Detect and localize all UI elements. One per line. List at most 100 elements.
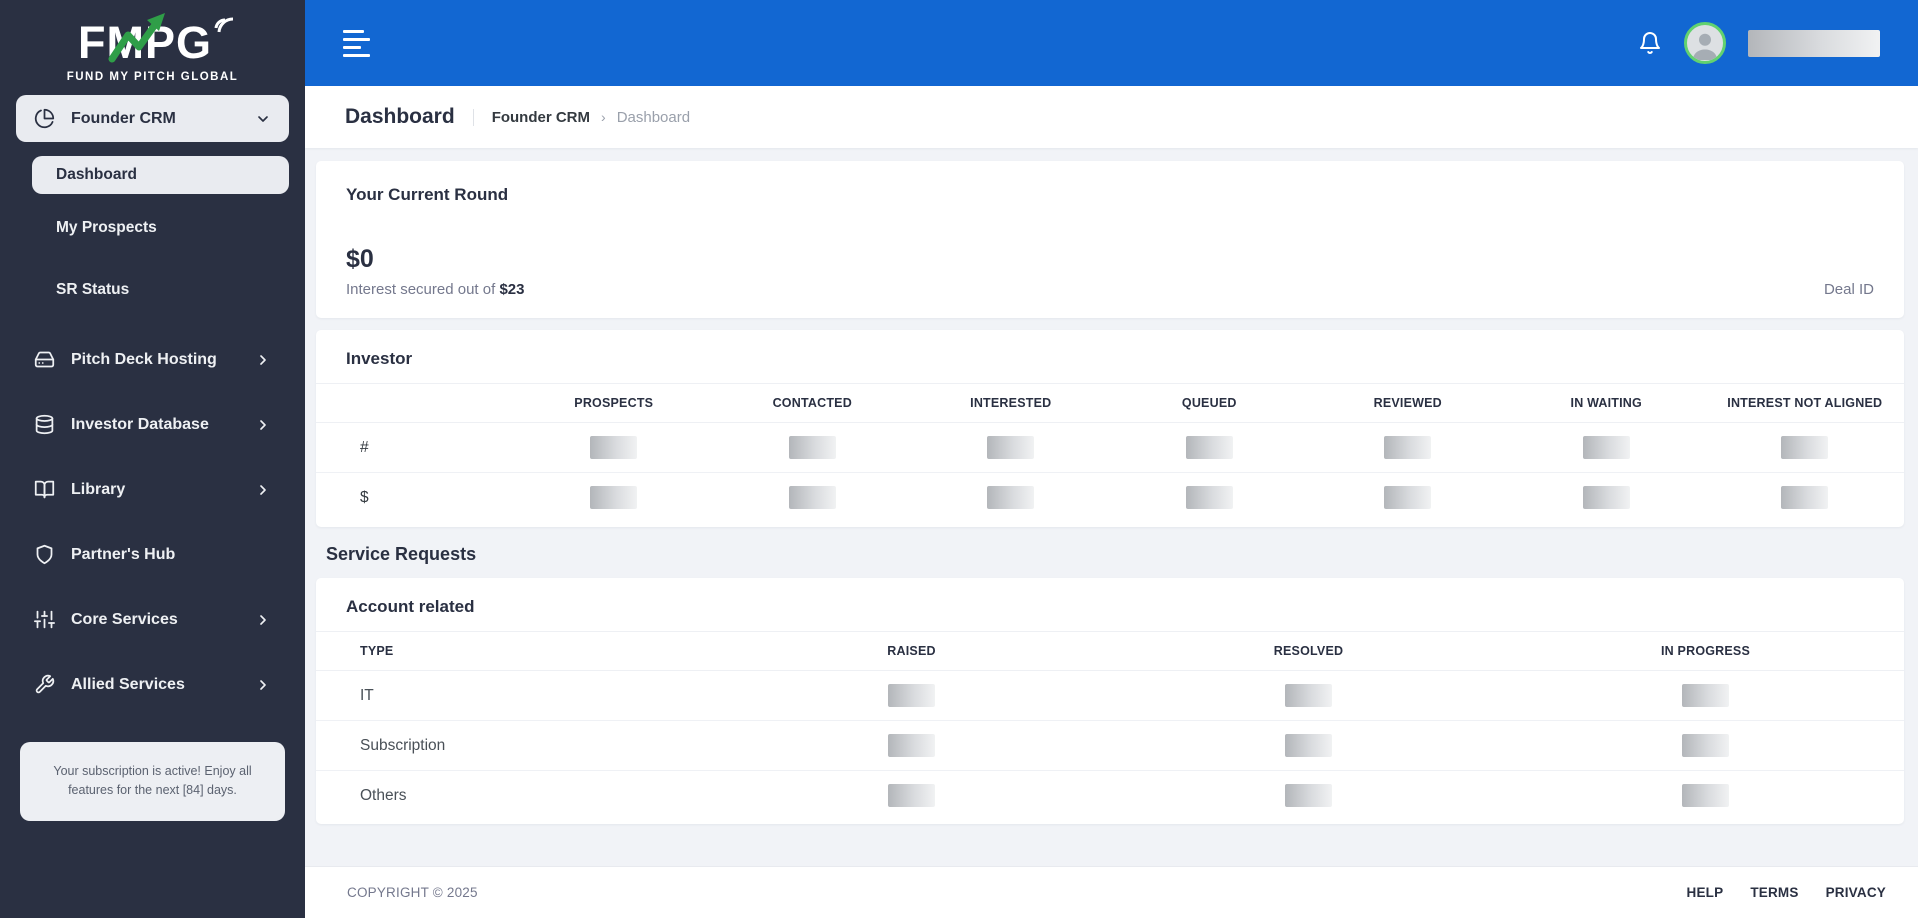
service-requests-table: TYPE RAISED RESOLVED IN PROGRESS IT (316, 632, 1904, 820)
row-label: # (316, 423, 515, 473)
loading-placeholder (888, 684, 935, 707)
menu-toggle-button[interactable] (343, 26, 370, 61)
loading-placeholder (1285, 684, 1332, 707)
sidebar-item-core-services[interactable]: Core Services (16, 596, 289, 643)
service-requests-header-row: TYPE RAISED RESOLVED IN PROGRESS (316, 632, 1904, 671)
investor-col-queued: QUEUED (1110, 384, 1309, 423)
loading-placeholder (1583, 436, 1630, 459)
investor-col-interested: INTERESTED (912, 384, 1111, 423)
notifications-button[interactable] (1638, 31, 1662, 55)
footer-link-privacy[interactable]: PRIVACY (1826, 885, 1886, 900)
sr-row-subscription: Subscription (316, 721, 1904, 771)
loading-placeholder (888, 734, 935, 757)
loading-placeholder (789, 436, 836, 459)
loading-placeholder (1583, 486, 1630, 509)
investor-col-reviewed: REVIEWED (1309, 384, 1508, 423)
page-header: Dashboard Founder CRM › Dashboard (305, 86, 1918, 148)
sliders-icon (34, 609, 55, 630)
sr-col-in-progress: IN PROGRESS (1507, 632, 1904, 671)
brand-logo-graphic: FMPG (64, 12, 242, 70)
page-content: Your Current Round $0 Interest secured o… (305, 148, 1918, 866)
breadcrumb-parent-link[interactable]: Founder CRM (492, 109, 590, 126)
row-label: Subscription (316, 721, 713, 771)
user-avatar[interactable] (1684, 22, 1726, 64)
sidebar-item-label: Library (71, 481, 239, 499)
current-round-title: Your Current Round (346, 185, 1874, 205)
brand-tagline: FUND MY PITCH GLOBAL (0, 71, 305, 83)
loading-placeholder (1186, 486, 1233, 509)
loading-placeholder (590, 436, 637, 459)
hard-drive-icon (34, 349, 55, 370)
loading-placeholder (1285, 734, 1332, 757)
footer-link-terms[interactable]: TERMS (1750, 885, 1798, 900)
investor-row-count: # (316, 423, 1904, 473)
sr-col-resolved: RESOLVED (1110, 632, 1507, 671)
sidebar-item-investor-database[interactable]: Investor Database (16, 401, 289, 448)
sidebar-item-label: Core Services (71, 611, 239, 629)
chevron-right-icon (255, 482, 271, 498)
breadcrumb: Founder CRM › Dashboard (473, 109, 690, 126)
account-related-card: Account related TYPE RAISED RESOLVED IN … (316, 578, 1904, 824)
database-icon (34, 414, 55, 435)
investor-col-prospects: PROSPECTS (515, 384, 714, 423)
chevron-right-icon (255, 677, 271, 693)
brand-logo: FMPG FUND MY PITCH GLOBAL (0, 0, 305, 83)
username-loading-placeholder (1748, 30, 1880, 57)
subscription-notice: Your subscription is active! Enjoy all f… (20, 742, 285, 821)
investor-title: Investor (316, 349, 1904, 384)
sr-col-raised: RAISED (713, 632, 1110, 671)
loading-placeholder (1781, 486, 1828, 509)
sr-row-it: IT (316, 671, 1904, 721)
investor-col-blank (316, 384, 515, 423)
row-label: $ (316, 473, 515, 523)
loading-placeholder (1384, 486, 1431, 509)
sidebar-item-partners-hub[interactable]: Partner's Hub (16, 531, 289, 578)
sidebar-item-dashboard[interactable]: Dashboard (32, 156, 289, 194)
breadcrumb-current: Dashboard (617, 109, 690, 126)
sr-row-others: Others (316, 771, 1904, 821)
topbar-right (1638, 22, 1880, 64)
footer-link-help[interactable]: HELP (1687, 885, 1724, 900)
secured-amount: $0 (346, 245, 524, 274)
sidebar-item-my-prospects[interactable]: My Prospects (0, 200, 305, 256)
book-open-icon (34, 479, 55, 500)
person-icon (1687, 27, 1723, 63)
loading-placeholder (1781, 436, 1828, 459)
row-label: IT (316, 671, 713, 721)
service-requests-title: Service Requests (316, 544, 1904, 565)
loading-placeholder (789, 486, 836, 509)
chevron-right-icon (255, 417, 271, 433)
sidebar-item-library[interactable]: Library (16, 466, 289, 513)
page-title: Dashboard (345, 105, 455, 129)
current-round-card: Your Current Round $0 Interest secured o… (316, 161, 1904, 318)
investor-col-in-waiting: IN WAITING (1507, 384, 1706, 423)
loading-placeholder (1384, 436, 1431, 459)
loading-placeholder (590, 486, 637, 509)
sidebar-item-label: Founder CRM (71, 110, 239, 128)
copyright-text: COPYRIGHT © 2025 (347, 885, 478, 900)
sidebar-item-pitch-deck-hosting[interactable]: Pitch Deck Hosting (16, 336, 289, 383)
hamburger-icon (343, 30, 364, 33)
loading-placeholder (888, 784, 935, 807)
sidebar-item-label: Partner's Hub (71, 546, 271, 564)
investor-col-interest-not-aligned: INTEREST NOT ALIGNED (1706, 384, 1905, 423)
sidebar-item-label: Pitch Deck Hosting (71, 351, 239, 369)
sidebar-menu: Founder CRM Dashboard My Prospects SR St… (0, 83, 305, 708)
sidebar-item-founder-crm[interactable]: Founder CRM (16, 95, 289, 142)
deal-id-label: Deal ID (1824, 281, 1874, 298)
secured-caption: Interest secured out of $23 (346, 281, 524, 298)
topbar (305, 0, 1918, 86)
chevron-down-icon (255, 111, 271, 127)
sidebar-item-allied-services[interactable]: Allied Services (16, 661, 289, 708)
round-target-amount: $23 (499, 281, 524, 298)
wrench-icon (34, 674, 55, 695)
loading-placeholder (1682, 784, 1729, 807)
pie-chart-icon (34, 108, 55, 129)
sidebar-item-label: Allied Services (71, 676, 239, 694)
sr-col-type: TYPE (316, 632, 713, 671)
investor-table: PROSPECTS CONTACTED INTERESTED QUEUED RE… (316, 384, 1904, 522)
loading-placeholder (1682, 734, 1729, 757)
main-area: Dashboard Founder CRM › Dashboard Your C… (305, 0, 1918, 918)
sidebar-item-sr-status[interactable]: SR Status (0, 262, 305, 318)
chevron-right-icon (255, 352, 271, 368)
